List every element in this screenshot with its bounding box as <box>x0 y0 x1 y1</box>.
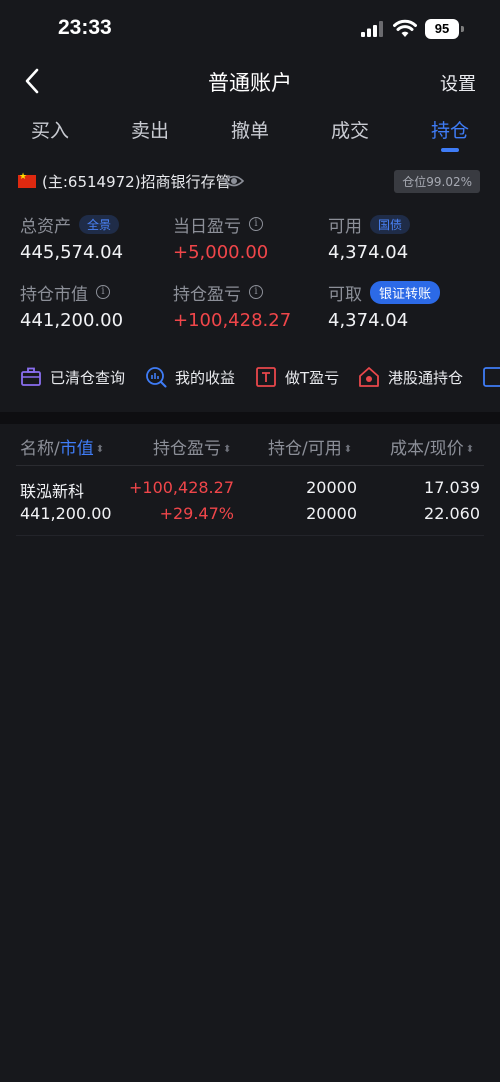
treasury-bond-badge[interactable]: 国债 <box>370 214 411 234</box>
hk-connect-holdings-button[interactable]: 港股通持仓 <box>358 366 463 388</box>
status-bar: 23:33 95 <box>0 0 500 58</box>
sort-icon: ⬍ <box>223 444 232 455</box>
exchange-icon <box>483 367 500 387</box>
info-icon[interactable]: i <box>249 285 263 299</box>
nav-bar: 普通账户 设置 <box>0 58 500 108</box>
overview-badge[interactable]: 全景 <box>79 214 120 234</box>
hk-house-icon <box>359 367 379 387</box>
market-value-label: 持仓市值 <box>20 284 88 305</box>
my-earnings-label: 我的收益 <box>175 368 236 387</box>
header-pnl[interactable]: 持仓盈亏 ⬍ <box>153 434 231 459</box>
active-tab-indicator <box>441 148 459 152</box>
account-label: (主:6514972)招商银行存管 <box>42 173 231 191</box>
stock-market-value: 441,200.00 <box>20 504 112 523</box>
tab-sell[interactable]: 卖出 <box>110 116 190 143</box>
position-ratio-badge: 仓位99.02% <box>394 170 480 193</box>
total-assets-label: 总资产 <box>20 216 71 237</box>
eye-icon[interactable] <box>224 172 244 190</box>
cleared-positions-label: 已清仓查询 <box>50 368 126 387</box>
day-trade-pnl-label: 做T盈亏 <box>285 368 340 387</box>
sort-icon: ⬍ <box>95 444 105 455</box>
settings-button[interactable]: 设置 <box>440 70 476 96</box>
stock-cost: 17.039 <box>424 478 480 497</box>
total-assets-value: 445,574.04 <box>20 242 124 263</box>
header-cost[interactable]: 成本/现价 ⬍ <box>390 434 474 459</box>
table-row[interactable]: 联泓新科 441,200.00 +100,428.27 +29.47% 2000… <box>0 476 500 528</box>
stat-holding-pnl: 持仓盈亏 i +100,428.27 <box>173 280 333 332</box>
bank-transfer-button[interactable]: 银证转账 <box>370 280 441 304</box>
header-name-label: 名称/ <box>20 439 60 459</box>
stat-withdrawable: 可取 银证转账 4,374.04 <box>328 280 488 331</box>
sort-icon: ⬍ <box>465 444 475 455</box>
t-box-icon <box>256 367 276 387</box>
sort-icon: ⬍ <box>343 444 353 455</box>
row-divider <box>16 535 484 536</box>
china-flag-icon <box>18 172 36 188</box>
section-divider <box>0 412 500 424</box>
cleared-positions-button[interactable]: 已清仓查询 <box>20 366 125 388</box>
battery-indicator: 95 <box>425 19 464 39</box>
stock-holding: 20000 <box>306 478 357 497</box>
stock-available: 20000 <box>306 504 357 523</box>
day-trade-pnl-button[interactable]: 做T盈亏 <box>255 366 339 388</box>
holding-pnl-label: 持仓盈亏 <box>173 284 241 305</box>
search-chart-icon <box>146 367 167 388</box>
header-cost-label: 成本/现价 <box>390 439 464 459</box>
stat-daily-pnl: 当日盈亏 i +5,000.00 <box>173 212 333 264</box>
stock-pnl-percent: +29.47% <box>159 504 234 523</box>
stock-name: 联泓新科 <box>20 482 85 501</box>
more-tool-button[interactable] <box>483 366 500 388</box>
market-value-value: 441,200.00 <box>20 310 124 331</box>
briefcase-icon <box>21 367 41 386</box>
stat-available: 可用 国债 4,374.04 <box>328 212 488 263</box>
available-value: 4,374.04 <box>328 242 409 263</box>
page-title: 普通账户 <box>208 71 292 95</box>
daily-pnl-label: 当日盈亏 <box>173 216 241 237</box>
trade-tabs: 买入 卖出 撤单 成交 持仓 <box>0 116 500 158</box>
info-icon[interactable]: i <box>249 217 263 231</box>
header-pnl-label: 持仓盈亏 <box>153 439 221 459</box>
holding-pnl-value: +100,428.27 <box>173 310 292 331</box>
withdrawable-label: 可取 <box>328 284 362 305</box>
stat-total-assets: 总资产 全景 445,574.04 <box>20 212 180 263</box>
quick-tools: 已清仓查询 我的收益 做T盈亏 港股通持仓 <box>0 366 500 398</box>
my-earnings-button[interactable]: 我的收益 <box>145 366 235 388</box>
daily-pnl-value: +5,000.00 <box>173 242 269 263</box>
header-divider <box>16 465 484 466</box>
status-time: 23:33 <box>58 16 112 39</box>
cellular-signal-icon <box>361 21 383 37</box>
header-holding[interactable]: 持仓/可用 ⬍ <box>268 434 352 459</box>
available-label: 可用 <box>328 216 362 237</box>
account-info[interactable]: (主:6514972)招商银行存管 仓位99.02% <box>18 170 488 194</box>
tab-buy[interactable]: 买入 <box>10 116 90 143</box>
holdings-table-header: 名称/市值 ⬍ 持仓盈亏 ⬍ 持仓/可用 ⬍ 成本/现价 ⬍ <box>0 434 500 460</box>
wifi-icon <box>393 19 417 37</box>
stat-market-value: 持仓市值 i 441,200.00 <box>20 280 180 332</box>
tab-cancel[interactable]: 撤单 <box>210 116 290 143</box>
stock-price: 22.060 <box>424 504 480 523</box>
hk-connect-holdings-label: 港股通持仓 <box>388 368 464 387</box>
header-market-value-label: 市值 <box>59 439 94 459</box>
tab-holdings[interactable]: 持仓 <box>410 116 490 143</box>
header-name-value[interactable]: 名称/市值 ⬍ <box>20 434 104 459</box>
info-icon[interactable]: i <box>96 285 110 299</box>
stock-pnl: +100,428.27 <box>128 478 234 497</box>
tab-deals[interactable]: 成交 <box>310 116 390 143</box>
header-holding-label: 持仓/可用 <box>268 439 342 459</box>
withdrawable-value: 4,374.04 <box>328 310 409 331</box>
